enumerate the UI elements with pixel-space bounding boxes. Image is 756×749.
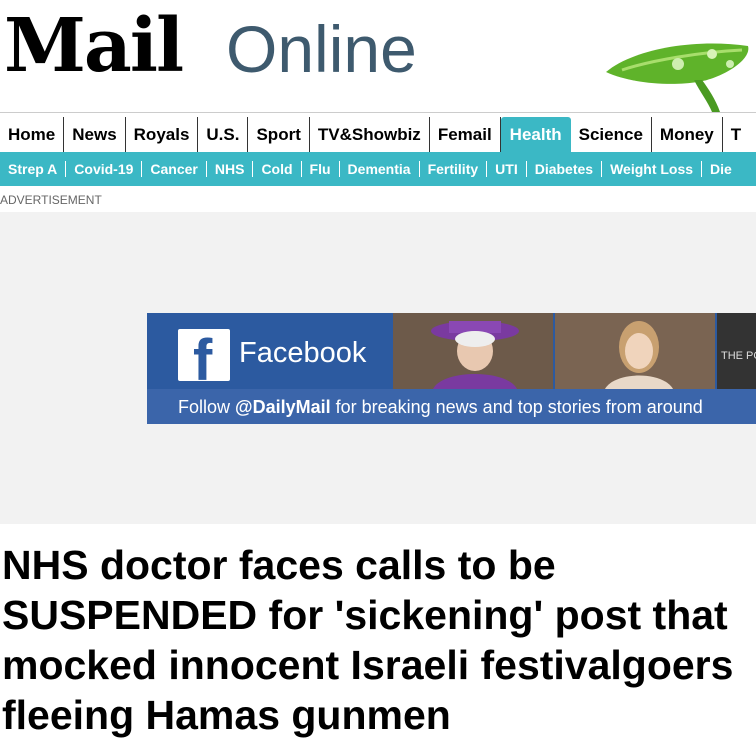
- follow-suffix: for breaking news and top stories from a…: [330, 397, 703, 417]
- nav-item-science[interactable]: Science: [571, 117, 652, 153]
- nav-item-travel[interactable]: T: [723, 117, 749, 153]
- facebook-follow-banner[interactable]: f Facebook THE POST: [147, 313, 756, 424]
- facebook-banner-top: f Facebook THE POST: [147, 313, 756, 391]
- headline-line: NHS doctor faces calls to be: [2, 542, 556, 588]
- subnav-item-dementia[interactable]: Dementia: [340, 161, 420, 177]
- banner-photo-poster: THE POST: [717, 313, 756, 389]
- article-headline: NHS doctor faces calls to be SUSPENDED f…: [2, 540, 756, 740]
- banner-photo-royal: [393, 313, 553, 389]
- banner-photo-celebrity: [555, 313, 715, 389]
- facebook-follow-text: Follow @DailyMail for breaking news and …: [178, 397, 703, 418]
- facebook-icon: f: [178, 329, 230, 391]
- subnav-item-diabetes[interactable]: Diabetes: [527, 161, 603, 177]
- primary-nav: Home News Royals U.S. Sport TV&Showbiz F…: [0, 112, 756, 153]
- subnav-item-flu[interactable]: Flu: [302, 161, 340, 177]
- health-subnav: Strep A Covid-19 Cancer NHS Cold Flu Dem…: [0, 152, 756, 186]
- headline-line: fleeing Hamas gunmen: [2, 692, 451, 738]
- subnav-item-fertility[interactable]: Fertility: [420, 161, 488, 177]
- facebook-banner-follow-bar: Follow @DailyMail for breaking news and …: [147, 389, 756, 424]
- facebook-brand: Facebook: [239, 337, 367, 369]
- logo-mail[interactable]: Mail: [4, 4, 184, 88]
- nav-item-royals[interactable]: Royals: [126, 117, 199, 153]
- advertisement-label: ADVERTISEMENT: [0, 193, 102, 207]
- logo-online[interactable]: Online: [226, 14, 417, 84]
- follow-handle: @DailyMail: [235, 397, 331, 417]
- nav-item-sport[interactable]: Sport: [248, 117, 310, 153]
- nav-item-tvshowbiz[interactable]: TV&Showbiz: [310, 117, 430, 153]
- headline-line: SUSPENDED for 'sickening' post that: [2, 592, 728, 638]
- subnav-item-weight-loss[interactable]: Weight Loss: [602, 161, 703, 177]
- follow-prefix: Follow: [178, 397, 236, 417]
- nav-item-femail[interactable]: Femail: [430, 117, 501, 153]
- nav-item-us[interactable]: U.S.: [198, 117, 249, 153]
- nav-item-health[interactable]: Health: [500, 117, 571, 153]
- subnav-item-diet[interactable]: Die: [702, 161, 740, 177]
- subnav-item-nhs[interactable]: NHS: [207, 161, 254, 177]
- leaf-illustration: [606, 43, 749, 112]
- facebook-logo-letter: f: [193, 328, 213, 393]
- nav-item-news[interactable]: News: [64, 117, 126, 153]
- nav-item-home[interactable]: Home: [0, 117, 65, 153]
- subnav-item-uti[interactable]: UTI: [487, 161, 527, 177]
- subnav-item-cold[interactable]: Cold: [253, 161, 302, 177]
- subnav-item-covid[interactable]: Covid-19: [66, 161, 143, 177]
- subnav-item-cancer[interactable]: Cancer: [142, 161, 207, 177]
- masthead: Mail Online: [0, 0, 756, 112]
- nav-item-money[interactable]: Money: [652, 117, 723, 153]
- svg-text:THE POST: THE POST: [721, 350, 756, 362]
- headline-line: mocked innocent Israeli festivalgoers: [2, 642, 734, 688]
- subnav-item-strep-a[interactable]: Strep A: [0, 161, 67, 177]
